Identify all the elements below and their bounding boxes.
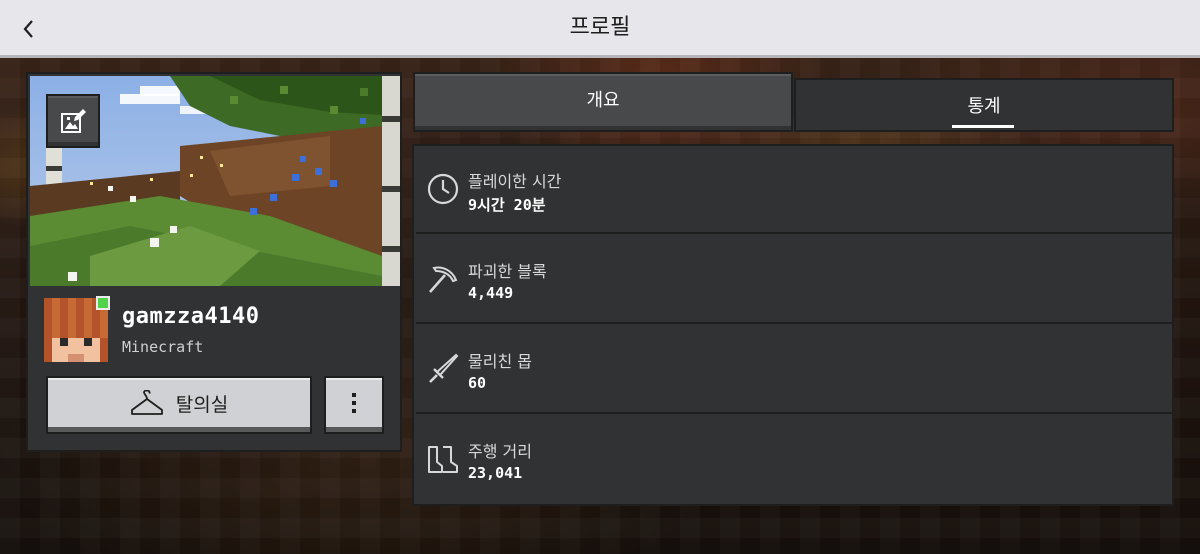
stat-value: 9시간 20분 xyxy=(468,196,546,214)
profile-screenshot xyxy=(30,76,400,286)
stat-label: 플레이한 시간 xyxy=(468,172,562,191)
back-button[interactable] xyxy=(12,12,46,46)
tab-overview-label: 개요 xyxy=(586,90,620,111)
tab-selected-indicator xyxy=(952,125,1014,128)
stat-row-blocks-broken: 파괴한 블록 4,449 xyxy=(416,236,1172,324)
stat-value: 60 xyxy=(468,374,487,392)
page-title: 프로필 xyxy=(569,15,631,40)
stats-panel: 플레이한 시간 9시간 20분 파괴한 블록 4,449 물리친 몹 60 주행… xyxy=(412,144,1174,506)
stat-row-play-time: 플레이한 시간 9시간 20분 xyxy=(416,146,1172,234)
stat-value: 23,041 xyxy=(468,464,523,482)
user-info: gamzza4140 Minecraft xyxy=(44,296,384,364)
profile-card: gamzza4140 Minecraft 탈의실 xyxy=(26,72,402,452)
username: gamzza4140 xyxy=(122,304,260,329)
chevron-left-icon xyxy=(23,20,33,38)
stat-row-mobs-killed: 물리친 몹 60 xyxy=(416,326,1172,414)
edit-screenshot-button[interactable] xyxy=(46,94,100,148)
stat-label: 물리친 몹 xyxy=(468,352,532,371)
dressing-room-label: 탈의실 xyxy=(175,393,229,416)
boots-icon xyxy=(428,446,458,473)
clock-icon xyxy=(427,173,459,205)
stat-row-distance-traveled: 주행 거리 23,041 xyxy=(416,416,1172,504)
more-options-button[interactable] xyxy=(324,376,384,434)
tab-stats[interactable]: 통계 xyxy=(794,78,1174,132)
tab-overview[interactable]: 개요 xyxy=(413,72,793,132)
sword-icon xyxy=(429,353,459,383)
hanger-icon xyxy=(130,390,163,415)
top-bar: 프로필 xyxy=(0,0,1200,58)
stat-label: 파괴한 블록 xyxy=(468,262,547,281)
online-status-indicator xyxy=(96,296,110,310)
more-vertical-icon xyxy=(352,393,356,413)
stat-value: 4,449 xyxy=(468,284,514,302)
dressing-room-button[interactable]: 탈의실 xyxy=(46,376,312,434)
edit-screenshot-icon xyxy=(61,109,86,133)
stat-label: 주행 거리 xyxy=(468,442,532,461)
pickaxe-icon xyxy=(429,266,458,293)
tab-stats-label: 통계 xyxy=(967,96,1001,117)
platform-label: Minecraft xyxy=(122,338,204,356)
